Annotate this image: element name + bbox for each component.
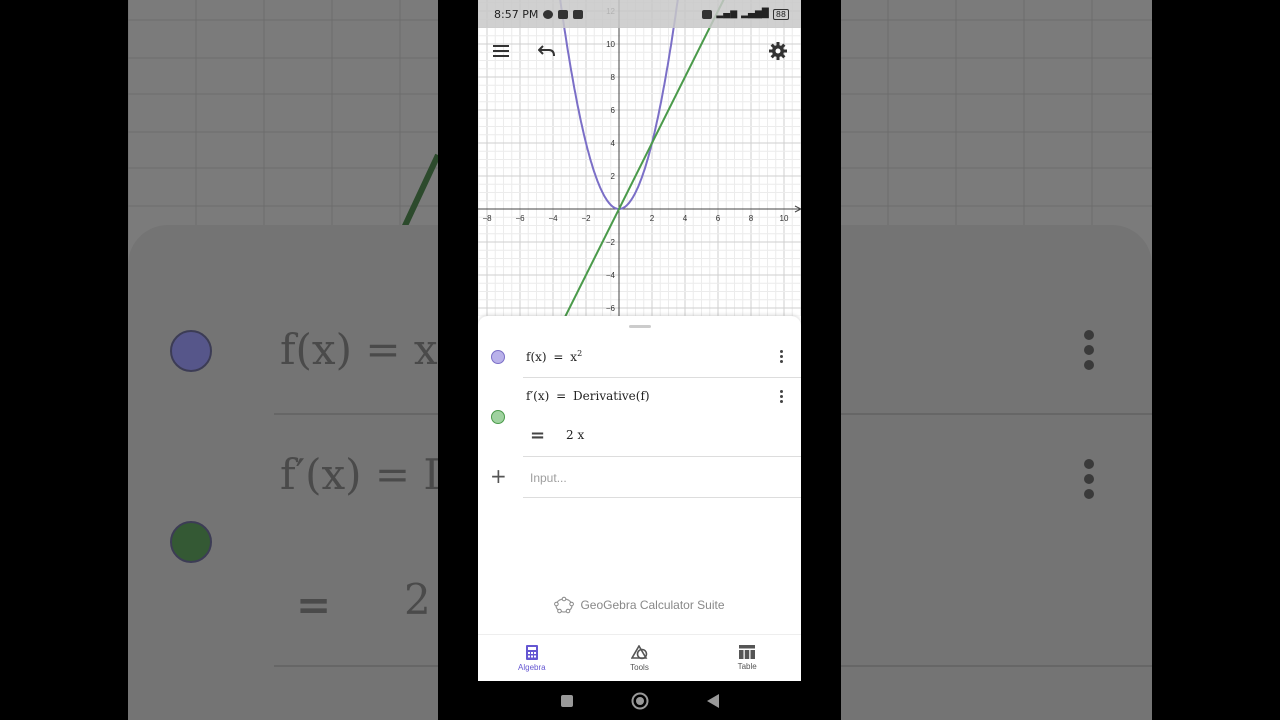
y-tick-label: 4 xyxy=(611,139,616,148)
system-navigation-bar xyxy=(478,681,801,720)
expression-fprime[interactable]: f′(x) = Derivative(f) xyxy=(526,389,650,403)
graph-canvas[interactable]: −8−6−4−224681012108642−2−4−6 xyxy=(478,0,801,316)
add-icon[interactable]: + xyxy=(490,466,507,486)
tab-algebra[interactable]: Algebra xyxy=(478,635,586,681)
background-row-fprime: f′(x) = D xyxy=(280,450,458,499)
undo-button[interactable] xyxy=(533,37,561,65)
output-equals-sign: = xyxy=(530,425,546,446)
phone-frame: −8−6−4−224681012108642−2−4−6 8:57 PM ▂▄▆… xyxy=(438,0,841,720)
signal-icon: ▂▄▆█ xyxy=(741,9,769,19)
y-tick-label: −4 xyxy=(606,271,616,280)
algebra-row-fprime[interactable]: f′(x) = Derivative(f) = 2 x xyxy=(478,378,801,456)
calculator-icon xyxy=(525,644,538,660)
row-separator xyxy=(523,497,801,498)
expression-f[interactable]: f(x) = x2 xyxy=(526,349,582,364)
x-tick-label: −2 xyxy=(581,214,591,223)
graphics-view[interactable]: −8−6−4−224681012108642−2−4−6 xyxy=(478,0,801,316)
background-kebab-icon xyxy=(1084,330,1094,375)
background-derivative-line xyxy=(400,153,441,232)
x-tick-label: 10 xyxy=(780,214,789,223)
video-icon xyxy=(573,9,584,19)
signal-icon: ▂▄▆ xyxy=(716,9,738,19)
status-time: 8:57 PM xyxy=(494,7,539,21)
input-bar[interactable]: Input... xyxy=(530,471,567,485)
notification-icon xyxy=(558,9,569,19)
algebra-view: f(x) = x2 f′(x) = Derivative(f) = 2 x + … xyxy=(478,316,801,634)
tab-table[interactable]: Table xyxy=(693,635,801,681)
battery-icon: 88 xyxy=(772,8,789,20)
status-bar: 8:57 PM ▂▄▆ ▂▄▆█ 88 xyxy=(478,0,801,28)
tab-tools[interactable]: Tools xyxy=(586,635,694,681)
geogebra-logo-icon xyxy=(554,596,575,614)
equals-sign: = xyxy=(553,350,564,364)
more-options-icon[interactable] xyxy=(780,350,784,365)
y-tick-label: 10 xyxy=(606,40,615,49)
background-result-value: 2 xyxy=(404,575,431,624)
y-tick-label: 8 xyxy=(611,73,616,82)
x-tick-label: 2 xyxy=(650,214,655,223)
tab-label: Tools xyxy=(630,662,649,672)
y-tick-label: 6 xyxy=(611,106,616,115)
bottom-navigation: Algebra Tools Table xyxy=(478,634,801,681)
background-result-eq: = xyxy=(296,580,332,629)
algebra-row-f[interactable]: f(x) = x2 xyxy=(478,336,801,378)
x-tick-label: 8 xyxy=(749,214,754,223)
phone-screen: −8−6−4−224681012108642−2−4−6 8:57 PM ▂▄▆… xyxy=(478,0,801,681)
panel-drag-handle[interactable] xyxy=(629,325,651,328)
exponent: 2 xyxy=(577,349,583,358)
y-tick-label: 2 xyxy=(611,172,616,181)
wifi-icon xyxy=(702,9,713,19)
more-options-icon[interactable] xyxy=(780,390,784,405)
menu-icon xyxy=(493,45,509,57)
background-dot-f xyxy=(170,330,212,372)
visibility-toggle-f[interactable] xyxy=(491,350,505,364)
tab-label: Algebra xyxy=(518,662,546,672)
screen-recording-frame: f(x) = x f′(x) = D = 2 −8−6−4−2246810121… xyxy=(0,0,1280,720)
function-name: f′(x) xyxy=(526,389,550,403)
settings-button[interactable] xyxy=(764,37,792,65)
x-tick-label: 4 xyxy=(683,214,688,223)
function-name: f(x) xyxy=(526,350,547,364)
back-icon[interactable] xyxy=(706,693,719,708)
background-row-f: f(x) = x xyxy=(280,325,438,374)
branding[interactable]: GeoGebra Calculator Suite xyxy=(478,596,801,614)
recents-icon[interactable] xyxy=(560,694,573,707)
x-tick-label: −8 xyxy=(482,214,492,223)
x-tick-label: −4 xyxy=(548,214,558,223)
x-tick-label: −6 xyxy=(515,214,525,223)
equals-sign: = xyxy=(556,389,567,403)
y-tick-label: −6 xyxy=(606,304,616,313)
undo-icon xyxy=(538,45,555,57)
x-tick-label: 6 xyxy=(716,214,721,223)
row-separator xyxy=(523,456,801,457)
menu-button[interactable] xyxy=(487,37,515,65)
tab-label: Table xyxy=(737,662,757,671)
branding-text: GeoGebra Calculator Suite xyxy=(580,598,725,612)
background-dot-fprime xyxy=(170,521,212,563)
background-kebab-icon xyxy=(1084,459,1094,504)
table-icon xyxy=(739,645,756,659)
y-tick-label: −2 xyxy=(606,238,616,247)
output-value: 2 x xyxy=(566,428,585,442)
tools-icon xyxy=(631,644,648,659)
alarm-icon xyxy=(543,9,554,19)
visibility-toggle-fprime[interactable] xyxy=(491,410,505,424)
gear-icon xyxy=(769,42,787,60)
home-icon[interactable] xyxy=(631,692,649,710)
expression-body: Derivative(f) xyxy=(573,389,650,403)
